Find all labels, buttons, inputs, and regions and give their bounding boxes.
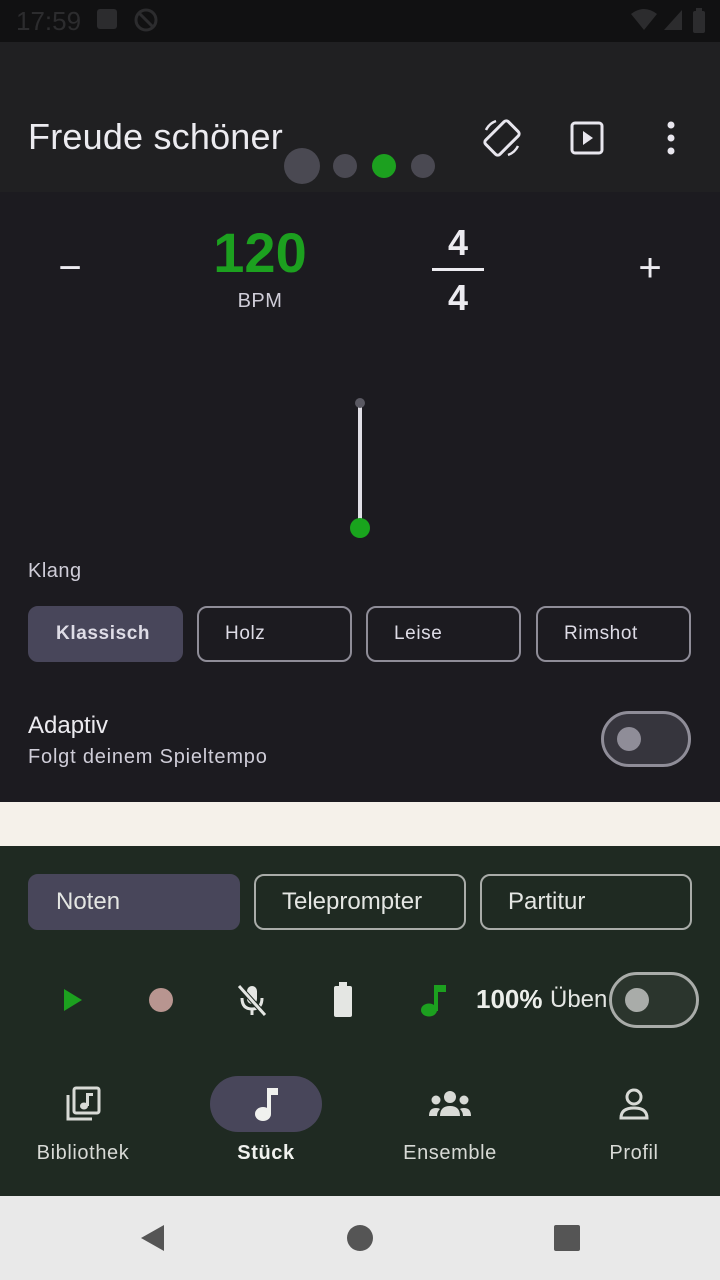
adaptiv-subtitle: Folgt deinem Spieltempo bbox=[28, 746, 268, 768]
page-title: Freude schöner bbox=[28, 116, 283, 157]
battery-status-icon bbox=[692, 8, 706, 39]
app-bar: Freude schöner bbox=[0, 42, 720, 192]
library-music-icon bbox=[27, 1076, 139, 1132]
tempo-decrease-button[interactable]: − bbox=[40, 238, 100, 298]
recents-icon[interactable] bbox=[547, 1218, 587, 1258]
bpm-label: BPM bbox=[237, 290, 283, 312]
practice-label: Üben bbox=[550, 986, 608, 1013]
pendulum-arm bbox=[358, 400, 362, 526]
nav-label-profil: Profil bbox=[609, 1142, 659, 1164]
sheet-music-area[interactable] bbox=[0, 802, 720, 846]
time-signature[interactable]: 4 4 bbox=[432, 222, 484, 319]
sound-chip-rimshot[interactable]: Rimshot bbox=[536, 606, 691, 662]
practice-toggle[interactable] bbox=[609, 972, 699, 1028]
nav-item-ensemble[interactable]: Ensemble bbox=[375, 1066, 525, 1186]
wifi-icon bbox=[630, 8, 658, 37]
signal-icon bbox=[662, 8, 684, 37]
metronome-panel: − 120 BPM 4 4 + Klang Klassisch Holz Lei… bbox=[0, 148, 720, 802]
adaptiv-toggle[interactable] bbox=[601, 711, 691, 767]
status-bar: 17:59 bbox=[0, 0, 720, 42]
nav-item-stueck[interactable]: Stück bbox=[191, 1066, 341, 1186]
view-tab-partitur[interactable]: Partitur bbox=[480, 874, 692, 930]
sound-chip-holz[interactable]: Holz bbox=[197, 606, 352, 662]
music-note-icon[interactable] bbox=[409, 976, 457, 1024]
notification-a-icon bbox=[96, 8, 118, 35]
music-note-icon bbox=[210, 1076, 322, 1132]
beat-dot-3 bbox=[372, 154, 396, 178]
adaptiv-title: Adaptiv bbox=[28, 712, 109, 739]
beat-indicator bbox=[0, 148, 720, 378]
more-vert-icon[interactable] bbox=[647, 114, 695, 162]
play-icon[interactable] bbox=[48, 976, 96, 1024]
groups-icon bbox=[394, 1076, 506, 1132]
beat-dot-4 bbox=[411, 154, 435, 178]
nav-item-profil[interactable]: Profil bbox=[559, 1066, 709, 1186]
status-time: 17:59 bbox=[16, 6, 82, 36]
nav-label-ensemble: Ensemble bbox=[403, 1142, 497, 1164]
bpm-value: 120 bbox=[213, 221, 307, 284]
person-icon bbox=[578, 1076, 690, 1132]
sound-chip-leise[interactable]: Leise bbox=[366, 606, 521, 662]
beat-dot-2 bbox=[333, 154, 357, 178]
adaptiv-toggle-knob bbox=[617, 727, 641, 751]
battery-icon bbox=[319, 976, 367, 1024]
tempo-increase-button[interactable]: + bbox=[620, 238, 680, 298]
view-tab-teleprompter[interactable]: Teleprompter bbox=[254, 874, 466, 930]
nav-label-stueck: Stück bbox=[237, 1142, 295, 1164]
sound-chip-klassisch[interactable]: Klassisch bbox=[28, 606, 183, 662]
klang-label: Klang bbox=[28, 560, 82, 582]
screen-rotation-icon[interactable] bbox=[478, 114, 526, 162]
play-box-icon[interactable] bbox=[563, 114, 611, 162]
back-icon[interactable] bbox=[132, 1218, 172, 1258]
mic-off-icon[interactable] bbox=[228, 976, 276, 1024]
system-nav-bar bbox=[0, 1196, 720, 1280]
home-icon[interactable] bbox=[340, 1218, 380, 1258]
practice-toggle-knob bbox=[625, 988, 649, 1012]
view-tab-noten[interactable]: Noten bbox=[28, 874, 240, 930]
bottom-panel: Noten Teleprompter Partitur 100% Üben Bi… bbox=[0, 846, 720, 1196]
pendulum-bob bbox=[350, 518, 370, 538]
beat-dot-1 bbox=[284, 148, 320, 184]
nav-label-bibliothek: Bibliothek bbox=[36, 1142, 130, 1164]
time-signature-numerator: 4 bbox=[447, 222, 469, 263]
pendulum-pivot bbox=[355, 398, 365, 408]
time-signature-divider bbox=[432, 268, 484, 271]
nav-item-bibliothek[interactable]: Bibliothek bbox=[8, 1066, 158, 1186]
record-icon[interactable] bbox=[137, 976, 185, 1024]
time-signature-denominator: 4 bbox=[447, 277, 469, 318]
dnd-icon bbox=[134, 8, 158, 37]
percent-value: 100% bbox=[476, 984, 543, 1014]
